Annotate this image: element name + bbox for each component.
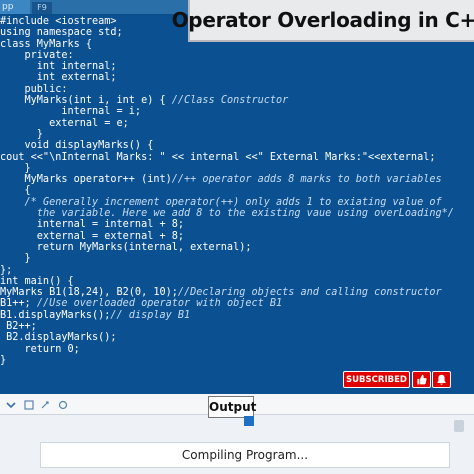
code-line[interactable]: void displayMarks() { bbox=[0, 140, 474, 151]
chevron-down-icon[interactable] bbox=[6, 400, 16, 410]
code-line[interactable]: return 0; bbox=[0, 344, 474, 355]
code-line[interactable]: internal = i; bbox=[0, 106, 474, 117]
code-line[interactable]: int internal; bbox=[0, 61, 474, 72]
tab-active[interactable]: pp bbox=[0, 0, 30, 14]
compile-status-box: Compiling Program... bbox=[40, 442, 450, 468]
code-line[interactable]: MyMarks operator++ (int)//++ operator ad… bbox=[0, 174, 474, 185]
code-line[interactable]: return MyMarks(internal, external); bbox=[0, 242, 474, 253]
code-line[interactable]: { bbox=[0, 185, 474, 196]
code-line[interactable]: cout <<"\nInternal Marks: " << internal … bbox=[0, 152, 474, 163]
code-line[interactable]: } bbox=[0, 129, 474, 140]
panel-marker bbox=[244, 416, 254, 426]
tool-icon[interactable] bbox=[58, 400, 68, 410]
output-label: Output bbox=[208, 396, 256, 418]
code-line[interactable]: } bbox=[0, 163, 474, 174]
tool-icon[interactable] bbox=[40, 400, 50, 410]
status-text: Compiling Program... bbox=[181, 448, 309, 462]
code-line[interactable]: int external; bbox=[0, 72, 474, 83]
scrollbar-thumb[interactable] bbox=[454, 420, 464, 432]
subscribe-button[interactable]: SUBSCRIBED bbox=[343, 371, 410, 388]
code-line[interactable]: int main() { bbox=[0, 276, 474, 287]
code-line[interactable]: B2.displayMarks(); bbox=[0, 332, 474, 343]
code-line[interactable]: /* Generally increment operator(++) only… bbox=[0, 197, 474, 208]
code-line[interactable]: B1++; //Use overloaded operator with obj… bbox=[0, 298, 474, 309]
code-line[interactable]: public: bbox=[0, 84, 474, 95]
code-line[interactable]: external = external + 8; bbox=[0, 231, 474, 242]
code-line[interactable]: the variable. Here we add 8 to the exist… bbox=[0, 208, 474, 219]
code-line[interactable]: external = e; bbox=[0, 118, 474, 129]
tab-f9[interactable]: F9 bbox=[32, 2, 52, 14]
code-line[interactable]: private: bbox=[0, 50, 474, 61]
bell-icon bbox=[437, 374, 446, 385]
like-button[interactable] bbox=[412, 371, 431, 388]
thumbs-up-icon bbox=[417, 374, 427, 385]
code-editor[interactable]: #include <iostream> using namespace std; c… bbox=[0, 16, 474, 394]
tool-icon[interactable] bbox=[24, 400, 34, 410]
code-line[interactable]: } bbox=[0, 355, 474, 366]
code-line[interactable]: internal = internal + 8; bbox=[0, 219, 474, 230]
code-line[interactable]: B1.displayMarks();// display B1 bbox=[0, 310, 474, 321]
title-banner: Operator Overloading in C++ bbox=[172, 0, 474, 42]
code-text[interactable]: #include <iostream> using namespace std; c… bbox=[0, 16, 474, 366]
code-line[interactable]: } bbox=[0, 253, 474, 264]
code-line[interactable]: MyMarks B1(18,24), B2(0, 10);//Declaring… bbox=[0, 287, 474, 298]
bell-button[interactable] bbox=[432, 371, 451, 388]
code-line[interactable]: MyMarks(int i, int e) { //Class Construc… bbox=[0, 95, 474, 106]
code-line[interactable]: B2++; bbox=[0, 321, 474, 332]
code-line[interactable]: }; bbox=[0, 265, 474, 276]
